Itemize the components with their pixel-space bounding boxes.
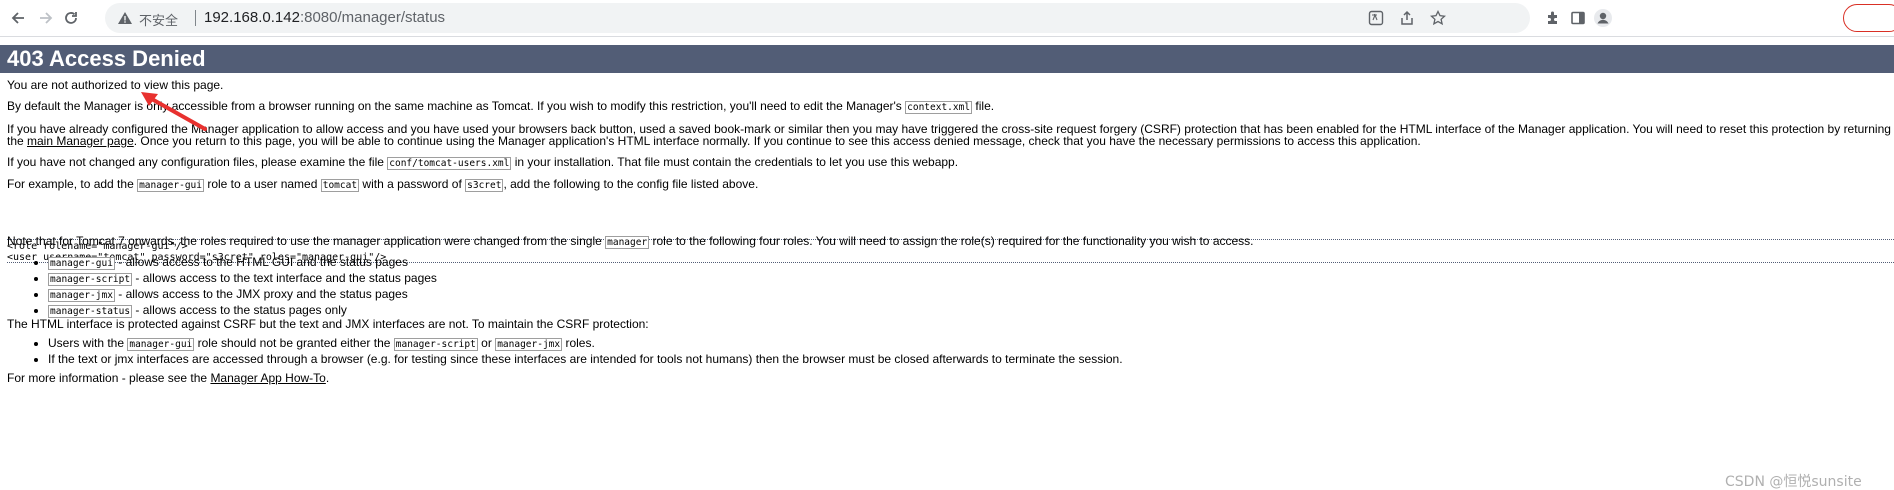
paragraph-text: role to the following four roles. You wi…	[649, 234, 1254, 248]
omnibox-divider	[195, 10, 196, 26]
paragraph-text: If you have not changed any configuratio…	[7, 155, 388, 169]
csrf-list: Users with the manager-gui role should n…	[26, 336, 1123, 367]
paragraph-text: role to a user named	[204, 177, 321, 191]
role-description: - allows access to the HTML GUI and the …	[114, 255, 408, 269]
paragraph-text: in your installation. That file must con…	[511, 155, 959, 169]
example-paragraph: For example, to add the manager-gui role…	[7, 177, 758, 193]
list-text: role should not be granted either the	[194, 336, 394, 350]
csrf-paragraph-line2: the main Manager page. Once you return t…	[7, 134, 1421, 148]
roles-note-paragraph: Note that for Tomcat 7 onwards, the role…	[7, 234, 1254, 250]
manager-gui-code: manager-gui	[137, 179, 204, 192]
list-item: manager-jmx - allows access to the JMX p…	[48, 287, 437, 303]
list-text: Users with the	[48, 336, 128, 350]
role-code: manager-script	[48, 273, 133, 286]
list-text: If the text or jmx interfaces are access…	[48, 352, 1123, 366]
paragraph-text: . Once you return to this page, you will…	[133, 134, 1421, 148]
role-code: manager-gui	[48, 257, 115, 270]
tomcat-users-code: conf/tomcat-users.xml	[387, 157, 512, 170]
side-panel-icon[interactable]	[1568, 8, 1588, 28]
insecure-label[interactable]: 不安全	[139, 10, 178, 29]
paragraph-text: the	[7, 134, 28, 148]
list-text: roles.	[562, 336, 595, 350]
manager-script-code: manager-script	[393, 338, 478, 351]
list-item: If the text or jmx interfaces are access…	[48, 352, 1123, 367]
bookmark-star-icon[interactable]	[1429, 9, 1447, 27]
paragraph-text: file.	[972, 99, 995, 113]
paragraph-text: with a password of	[359, 177, 466, 191]
manager-jmx-code: manager-jmx	[495, 338, 563, 351]
forward-icon[interactable]	[33, 5, 59, 31]
list-item: Users with the manager-gui role should n…	[48, 336, 1123, 352]
warning-icon[interactable]	[117, 10, 133, 31]
role-description: - allows access to the text interface an…	[132, 271, 437, 285]
config-files-paragraph: If you have not changed any configuratio…	[7, 155, 958, 171]
list-text: or	[477, 336, 496, 350]
page-title: 403 Access Denied	[0, 45, 1894, 73]
list-item: manager-script - allows access to the te…	[48, 271, 437, 287]
manager-gui-code: manager-gui	[127, 338, 195, 351]
main-manager-link[interactable]: main Manager page	[27, 134, 134, 148]
translate-icon[interactable]	[1367, 9, 1385, 27]
role-description: - allows access to the JMX proxy and the…	[114, 287, 408, 301]
manager-role-code: manager	[605, 236, 650, 249]
reload-icon[interactable]	[58, 5, 84, 31]
roles-list: manager-gui - allows access to the HTML …	[26, 255, 437, 319]
paragraph-text: Note that for Tomcat 7 onwards, the role…	[7, 234, 606, 248]
extensions-icon[interactable]	[1543, 8, 1563, 28]
profile-icon[interactable]	[1593, 8, 1613, 28]
how-to-link[interactable]: Manager App How-To	[210, 371, 325, 385]
red-arrow-annotation	[141, 92, 207, 131]
browser-toolbar: 不安全 192.168.0.142:8080/manager/status	[0, 0, 1894, 37]
paragraph-text: .	[325, 371, 330, 385]
paragraph-text: For more information - please see the	[7, 371, 211, 385]
address-bar[interactable]: 不安全 192.168.0.142:8080/manager/status	[105, 3, 1530, 33]
paragraph-text: , add the following to the config file l…	[503, 177, 759, 191]
update-button[interactable]	[1843, 4, 1894, 32]
paragraph-text: For example, to add the	[7, 177, 138, 191]
back-icon[interactable]	[5, 5, 31, 31]
role-code: manager-jmx	[48, 289, 115, 302]
error-page: 403 Access Denied You are not authorized…	[0, 37, 1894, 489]
context-xml-code: context.xml	[905, 101, 973, 114]
url-text[interactable]: 192.168.0.142:8080/manager/status	[204, 9, 445, 26]
role-description: - allows access to the status pages only	[132, 303, 347, 317]
list-item: manager-gui - allows access to the HTML …	[48, 255, 437, 271]
username-code: tomcat	[320, 179, 360, 192]
csrf-protection-paragraph: The HTML interface is protected against …	[7, 317, 649, 331]
share-icon[interactable]	[1398, 9, 1416, 27]
csdn-watermark: CSDN @恒悦sunsite	[1725, 474, 1862, 490]
url-host: 192.168.0.142	[204, 9, 300, 26]
more-info-paragraph: For more information - please see the Ma…	[7, 371, 329, 385]
url-path: :8080/manager/status	[299, 9, 446, 26]
password-code: s3cret	[465, 179, 504, 192]
